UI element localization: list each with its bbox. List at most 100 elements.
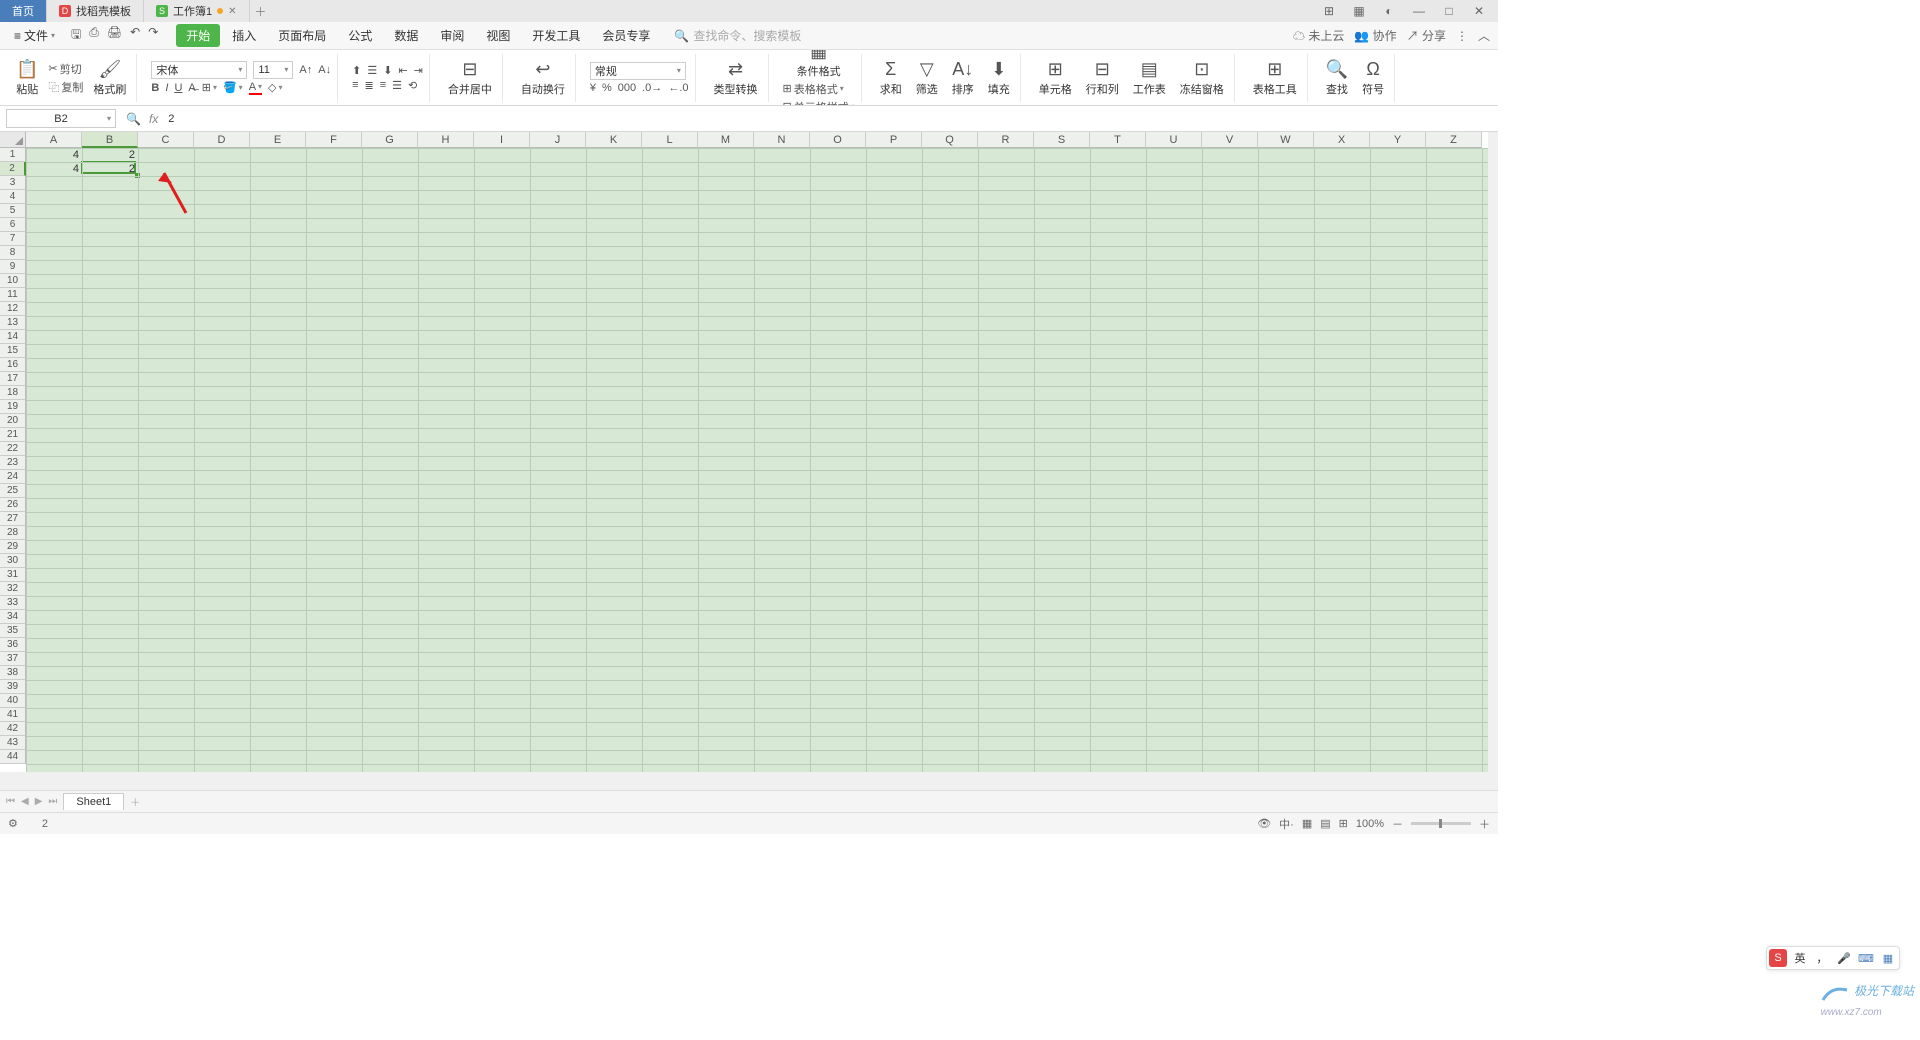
horizontal-scrollbar[interactable] bbox=[0, 772, 1498, 790]
row-header[interactable]: 19 bbox=[0, 400, 26, 414]
wrap-button[interactable]: ↩自动换行 bbox=[517, 59, 569, 97]
comma-icon[interactable]: 000 bbox=[618, 82, 636, 94]
row-header[interactable]: 12 bbox=[0, 302, 26, 316]
filter-button[interactable]: ▽筛选 bbox=[912, 59, 942, 97]
row-header[interactable]: 34 bbox=[0, 610, 26, 624]
sheet-first-icon[interactable]: ⏮ bbox=[6, 796, 15, 807]
undo-icon[interactable]: ↶ bbox=[130, 25, 140, 46]
row-header[interactable]: 17 bbox=[0, 372, 26, 386]
menu-layout[interactable]: 页面布局 bbox=[268, 24, 336, 47]
view-page-icon[interactable]: ▤ bbox=[1320, 817, 1330, 830]
align-bottom-icon[interactable]: ⬇ bbox=[383, 64, 392, 77]
row-header[interactable]: 7 bbox=[0, 232, 26, 246]
sum-button[interactable]: Σ求和 bbox=[876, 59, 906, 97]
sheet-button[interactable]: ▤工作表 bbox=[1129, 59, 1170, 97]
merge-button[interactable]: ⊟合并居中 bbox=[444, 59, 496, 97]
row-header[interactable]: 42 bbox=[0, 722, 26, 736]
cell-button[interactable]: ⊞单元格 bbox=[1035, 59, 1076, 97]
row-header[interactable]: 44 bbox=[0, 750, 26, 764]
align-right-icon[interactable]: ≡ bbox=[380, 79, 386, 91]
underline-button[interactable]: U bbox=[174, 82, 182, 94]
select-all-corner[interactable] bbox=[0, 132, 26, 148]
find-button[interactable]: 🔍查找 bbox=[1322, 59, 1352, 97]
row-header[interactable]: 2 bbox=[0, 162, 26, 176]
row-header[interactable]: 14 bbox=[0, 330, 26, 344]
table-tool-button[interactable]: ⊞表格工具 bbox=[1249, 59, 1301, 97]
freeze-button[interactable]: ⊡冻结窗格 bbox=[1176, 59, 1228, 97]
zoom-level[interactable]: 100% bbox=[1356, 818, 1384, 830]
indent-increase-icon[interactable]: ⇥ bbox=[414, 64, 423, 77]
row-header[interactable]: 37 bbox=[0, 652, 26, 666]
row-header[interactable]: 10 bbox=[0, 274, 26, 288]
fx-search-icon[interactable]: 🔍 bbox=[122, 112, 145, 126]
menu-insert[interactable]: 插入 bbox=[222, 24, 266, 47]
row-header[interactable]: 35 bbox=[0, 624, 26, 638]
col-header[interactable]: R bbox=[978, 132, 1034, 148]
font-color-button[interactable]: A▾ bbox=[249, 81, 262, 95]
col-header[interactable]: K bbox=[586, 132, 642, 148]
row-header[interactable]: 11 bbox=[0, 288, 26, 302]
user-icon[interactable]: ◐ bbox=[1380, 4, 1398, 18]
border-button[interactable]: ⊞▾ bbox=[202, 81, 217, 94]
cells-area[interactable]: 4242 bbox=[26, 148, 1488, 772]
col-header[interactable]: E bbox=[250, 132, 306, 148]
collapse-ribbon-icon[interactable]: ︿ bbox=[1478, 27, 1490, 44]
menu-member[interactable]: 会员专享 bbox=[592, 24, 660, 47]
percent-icon[interactable]: % bbox=[602, 82, 612, 94]
col-header[interactable]: X bbox=[1314, 132, 1370, 148]
align-middle-icon[interactable]: ☰ bbox=[367, 64, 377, 77]
row-header[interactable]: 21 bbox=[0, 428, 26, 442]
ime-lang[interactable]: 英 bbox=[1791, 949, 1809, 967]
col-header[interactable]: U bbox=[1146, 132, 1202, 148]
cell-style-button[interactable]: ⊡ 单元格样式▾ bbox=[783, 99, 855, 107]
file-menu[interactable]: ≡ 文件 ▾ bbox=[8, 27, 61, 44]
ime-voice-icon[interactable]: 🎤 bbox=[1835, 949, 1853, 967]
formula-input[interactable]: 2 bbox=[162, 113, 1498, 125]
col-header[interactable]: N bbox=[754, 132, 810, 148]
orientation-icon[interactable]: ⟲ bbox=[408, 79, 417, 92]
col-header[interactable]: O bbox=[810, 132, 866, 148]
menu-data[interactable]: 数据 bbox=[384, 24, 428, 47]
view-normal-icon[interactable]: ▦ bbox=[1302, 817, 1312, 830]
close-button[interactable]: ✕ bbox=[1470, 4, 1488, 18]
strike-button[interactable]: A̶ bbox=[188, 82, 195, 94]
fx-icon[interactable]: fx bbox=[145, 112, 162, 126]
row-header[interactable]: 30 bbox=[0, 554, 26, 568]
table-style-button[interactable]: ⊞ 表格格式▾ bbox=[783, 81, 855, 97]
menu-review[interactable]: 审阅 bbox=[430, 24, 474, 47]
close-icon[interactable]: ✕ bbox=[228, 6, 236, 17]
col-header[interactable]: W bbox=[1258, 132, 1314, 148]
name-box[interactable]: B2▾ bbox=[6, 109, 116, 128]
row-header[interactable]: 32 bbox=[0, 582, 26, 596]
col-header[interactable]: Z bbox=[1426, 132, 1482, 148]
row-header[interactable]: 1 bbox=[0, 148, 26, 162]
font-name-select[interactable]: 宋体▾ bbox=[151, 61, 247, 79]
row-header[interactable]: 40 bbox=[0, 694, 26, 708]
row-header[interactable]: 25 bbox=[0, 484, 26, 498]
cell-value[interactable]: 4 bbox=[26, 162, 82, 176]
row-header[interactable]: 23 bbox=[0, 456, 26, 470]
vertical-scrollbar[interactable] bbox=[1488, 132, 1498, 772]
menu-formula[interactable]: 公式 bbox=[338, 24, 382, 47]
row-header[interactable]: 24 bbox=[0, 470, 26, 484]
row-header[interactable]: 5 bbox=[0, 204, 26, 218]
row-header[interactable]: 15 bbox=[0, 344, 26, 358]
col-header[interactable]: F bbox=[306, 132, 362, 148]
row-header[interactable]: 29 bbox=[0, 540, 26, 554]
eye-icon[interactable]: 👁 bbox=[1257, 817, 1271, 830]
command-search[interactable]: 🔍 查找命令、搜索模板 bbox=[674, 27, 801, 44]
col-header[interactable]: A bbox=[26, 132, 82, 148]
italic-button[interactable]: I bbox=[165, 82, 168, 94]
row-header[interactable]: 3 bbox=[0, 176, 26, 190]
cell-value[interactable]: 2 bbox=[82, 148, 138, 162]
print-icon[interactable]: 🖨 bbox=[107, 25, 122, 46]
clear-format-button[interactable]: ◇▾ bbox=[268, 81, 282, 94]
tab-workbook[interactable]: S 工作簿1 ✕ bbox=[144, 0, 250, 22]
row-header[interactable]: 18 bbox=[0, 386, 26, 400]
currency-icon[interactable]: ¥ bbox=[590, 82, 596, 94]
col-header[interactable]: B bbox=[82, 132, 138, 148]
decrease-font-icon[interactable]: A↓ bbox=[318, 64, 331, 76]
ime-keyboard-icon[interactable]: ⌨ bbox=[1857, 949, 1875, 967]
maximize-button[interactable]: □ bbox=[1440, 4, 1458, 18]
col-header[interactable]: S bbox=[1034, 132, 1090, 148]
